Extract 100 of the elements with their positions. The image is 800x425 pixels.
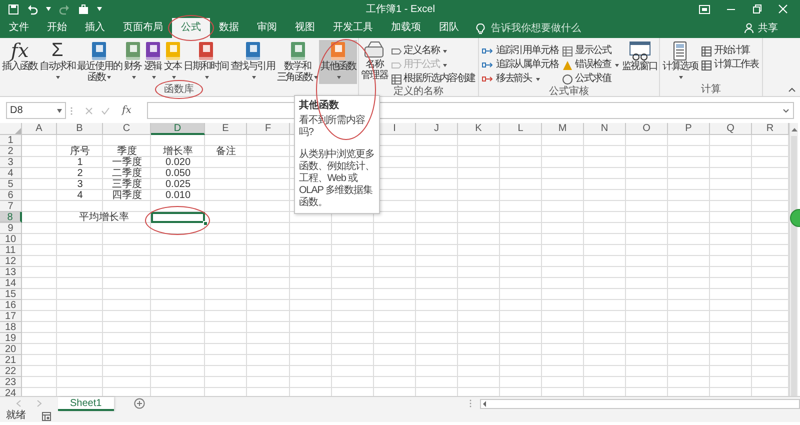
table-cell-text: 增长率: [162, 146, 194, 157]
ribbon-tab[interactable]: 加载项: [382, 18, 430, 38]
customize-caret-icon[interactable]: [97, 7, 102, 11]
ribbon-button[interactable]: 移去箭头: [480, 72, 560, 86]
row-header[interactable]: 21: [0, 355, 22, 366]
row-header[interactable]: 9: [0, 223, 22, 234]
row-header[interactable]: 22: [0, 366, 22, 377]
column-header[interactable]: Q: [710, 123, 752, 135]
row-header[interactable]: 16: [0, 300, 22, 311]
ribbon-button[interactable]: 定义名称: [388, 44, 477, 58]
row-header[interactable]: 18: [0, 322, 22, 333]
ribbon-tab[interactable]: 团队: [430, 18, 468, 38]
ribbon-tab[interactable]: 页面布局: [114, 18, 172, 38]
scroll-left-icon[interactable]: [481, 400, 488, 408]
row-header[interactable]: 17: [0, 311, 22, 322]
ribbon-button[interactable]: 其他函数: [319, 40, 357, 84]
macro-record-icon[interactable]: [42, 412, 51, 420]
ribbon-button[interactable]: 错误检查: [560, 58, 621, 72]
save-icon[interactable]: [8, 4, 19, 14]
column-header[interactable]: J: [416, 123, 458, 135]
column-header[interactable]: P: [668, 123, 710, 135]
ribbon-button[interactable]: Σ 自动求和: [38, 40, 76, 84]
share-button[interactable]: 共享: [738, 20, 784, 36]
ribbon-button[interactable]: 日期和时间: [182, 40, 230, 84]
undo-icon[interactable]: [27, 4, 38, 14]
caret-icon[interactable]: [46, 7, 51, 11]
row-header[interactable]: 12: [0, 256, 22, 267]
column-header[interactable]: A: [22, 123, 57, 135]
ribbon-tab[interactable]: 视图: [286, 18, 324, 38]
ribbon-button[interactable]: 追踪引用单元格: [480, 44, 560, 58]
horizontal-scrollbar[interactable]: [480, 398, 800, 408]
restore-icon[interactable]: [752, 4, 762, 14]
row-header[interactable]: 11: [0, 245, 22, 256]
ribbon-button[interactable]: 追踪从属单元格: [480, 58, 560, 72]
column-header[interactable]: O: [626, 123, 668, 135]
ribbon-button[interactable]: fx 插入函数: [1, 40, 39, 73]
row-header[interactable]: 2: [0, 146, 22, 157]
add-sheet-icon[interactable]: [134, 398, 145, 409]
row-header[interactable]: 3: [0, 157, 22, 168]
ribbon-button[interactable]: 监视窗口: [620, 40, 658, 73]
collapse-ribbon-icon[interactable]: [788, 87, 796, 92]
row-header[interactable]: 8: [0, 212, 22, 223]
row-header[interactable]: 7: [0, 201, 22, 212]
row-header[interactable]: 4: [0, 168, 22, 179]
ribbon-options-icon[interactable]: [699, 4, 710, 14]
row-header[interactable]: 6: [0, 190, 22, 201]
ribbon-button[interactable]: 开始计算: [699, 44, 761, 58]
scroll-up-icon[interactable]: [790, 127, 798, 132]
ribbon-button[interactable]: 根据所选内容创建: [388, 72, 477, 86]
column-header[interactable]: B: [57, 123, 103, 135]
ribbon-tab[interactable]: 公式: [172, 18, 210, 38]
tag-icon: [390, 46, 402, 56]
ribbon-tab[interactable]: 审阅: [248, 18, 286, 38]
column-header[interactable]: N: [584, 123, 626, 135]
ribbon-tab[interactable]: 开始: [38, 18, 76, 38]
ribbon-tab[interactable]: 数据: [210, 18, 248, 38]
ribbon-tab[interactable]: 插入: [76, 18, 114, 38]
row-header[interactable]: 23: [0, 377, 22, 388]
insert-function-button[interactable]: fx: [118, 103, 136, 118]
close-icon[interactable]: [778, 4, 788, 14]
row-header[interactable]: 5: [0, 179, 22, 190]
column-header[interactable]: M: [542, 123, 584, 135]
expand-icon[interactable]: [783, 108, 789, 112]
table-cell-text: 3: [76, 179, 84, 190]
name-box[interactable]: D8: [6, 102, 66, 119]
column-header[interactable]: K: [458, 123, 500, 135]
ribbon-button[interactable]: 最近使用的 函数: [76, 40, 123, 84]
row-header[interactable]: 19: [0, 333, 22, 344]
ribbon-button[interactable]: 显示公式: [560, 44, 621, 58]
ribbon-button[interactable]: 计算选项: [661, 40, 700, 84]
ribbon-button[interactable]: 查找与引用: [229, 40, 276, 84]
ribbon-button[interactable]: 公式求值: [560, 72, 621, 86]
caret-icon: [252, 76, 256, 79]
ribbon-button[interactable]: 逻辑: [142, 40, 163, 84]
column-header[interactable]: E: [205, 123, 247, 135]
sheet-tab[interactable]: Sheet1: [58, 396, 114, 410]
row-header[interactable]: 13: [0, 267, 22, 278]
selected-cell[interactable]: [151, 212, 205, 223]
briefcase-icon[interactable]: [78, 4, 89, 14]
tell-me-field[interactable]: 告诉我你想要做什么: [489, 20, 619, 36]
splitter-icon[interactable]: [469, 399, 472, 408]
row-header[interactable]: 15: [0, 289, 22, 300]
ribbon-button[interactable]: 财务: [122, 40, 143, 84]
fill-handle[interactable]: [203, 221, 208, 226]
column-header[interactable]: D: [151, 123, 205, 135]
ribbon-tab[interactable]: 开发工具: [324, 18, 382, 38]
row-header[interactable]: 10: [0, 234, 22, 245]
row-header[interactable]: 20: [0, 344, 22, 355]
column-header[interactable]: F: [247, 123, 290, 135]
column-header[interactable]: C: [103, 123, 151, 135]
column-header[interactable]: R: [752, 123, 789, 135]
arrow-icon: [482, 60, 494, 70]
column-header[interactable]: L: [500, 123, 542, 135]
caret-icon[interactable]: [57, 108, 62, 112]
ribbon-button[interactable]: 计算工作表: [699, 58, 761, 72]
ribbon-button[interactable]: 文本: [162, 40, 183, 84]
row-header[interactable]: 24: [0, 388, 22, 396]
ribbon-tab[interactable]: 文件: [0, 18, 38, 38]
row-header[interactable]: 14: [0, 278, 22, 289]
row-header[interactable]: 1: [0, 135, 22, 146]
